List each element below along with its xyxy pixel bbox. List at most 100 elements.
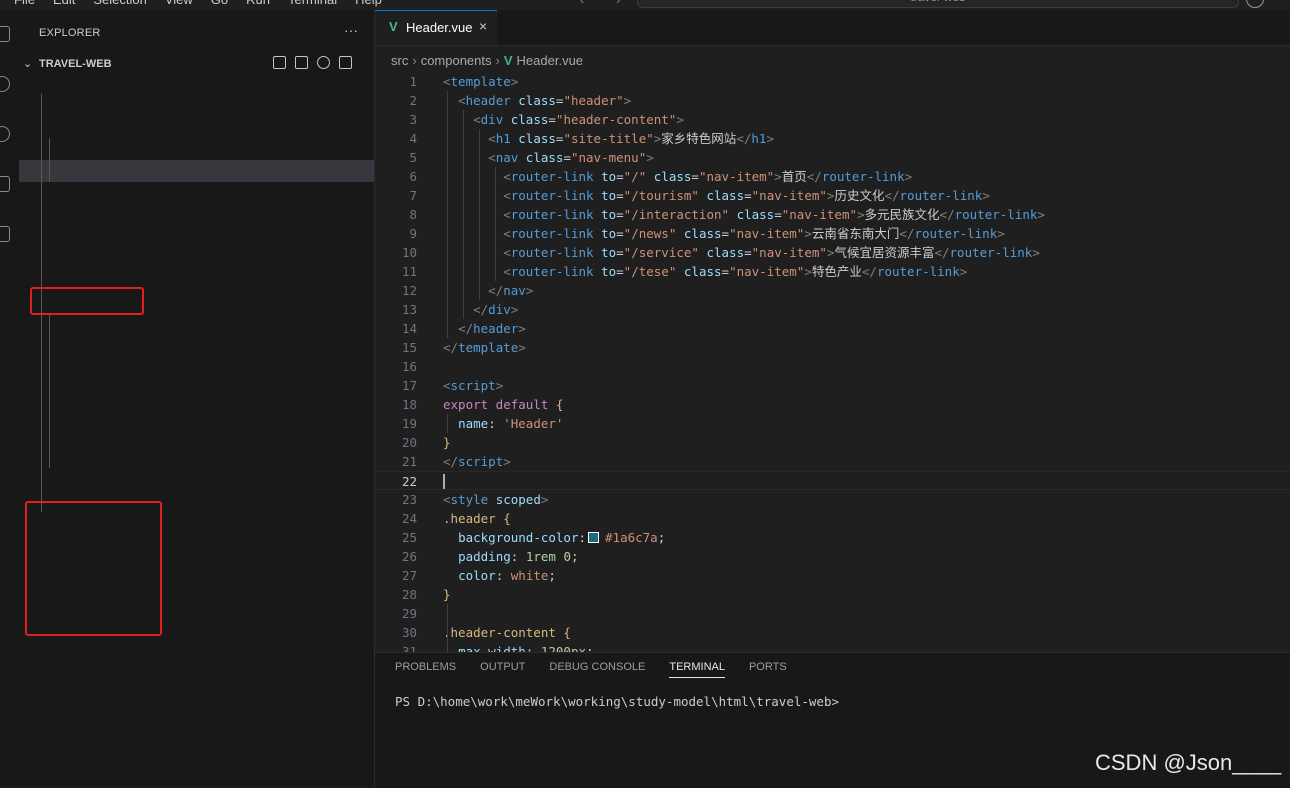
code-token: = [563,150,571,165]
color-swatch[interactable] [588,532,600,543]
code-line[interactable]: 7 <router-link to="/tourism" class="nav-… [375,186,1290,205]
tab-debug-console[interactable]: DEBUG CONSOLE [549,661,645,678]
folder-item[interactable] [19,72,374,94]
more-actions-icon[interactable]: ··· [344,22,358,38]
code-line[interactable]: 19 name: 'Header' [375,414,1290,433]
code-line[interactable]: 27 color: white; [375,566,1290,585]
file-item[interactable] [19,666,374,688]
tab-problems[interactable]: PROBLEMS [395,661,456,678]
code-text: padding: 1rem 0; [443,547,578,566]
file-item[interactable] [19,402,374,424]
file-item[interactable] [19,424,374,446]
folder-item[interactable] [19,248,374,270]
menu-item-edit[interactable]: Edit [53,0,75,7]
code-line[interactable]: 30 .header-content { [375,623,1290,642]
code-token: = [774,207,782,222]
terminal-prompt[interactable]: PS D:\home\work\meWork\working\study-mod… [395,694,839,709]
close-icon[interactable]: × [479,18,487,34]
code-token: router-link [876,264,960,279]
code-line[interactable]: 22 [375,471,1290,490]
code-line[interactable]: 3 <div class="header-content"> [375,110,1290,129]
collapse-all-icon[interactable] [339,56,352,69]
search-icon[interactable] [0,76,10,92]
file-item[interactable] [19,446,374,468]
code-line[interactable]: 2 <header class="header"> [375,91,1290,110]
breadcrumb: src › components › V Header.vue [391,53,583,68]
breadcrumb-item[interactable]: components [421,53,492,68]
command-center[interactable]: travel-web [637,0,1239,8]
file-item[interactable] [19,710,374,732]
breadcrumb-item[interactable]: src [391,53,408,68]
account-icon[interactable] [1246,0,1264,8]
code-line[interactable]: 14 </header> [375,319,1290,338]
code-line[interactable]: 5 <nav class="nav-menu"> [375,148,1290,167]
file-item[interactable] [19,688,374,710]
code-line[interactable]: 15 </template> [375,338,1290,357]
code-line[interactable]: 20} [375,433,1290,452]
code-line[interactable]: 4 <h1 class="site-title">家乡特色网站</h1> [375,129,1290,148]
code-line[interactable]: 17 <script> [375,376,1290,395]
run-debug-icon[interactable] [0,176,10,192]
menu-item-selection[interactable]: Selection [93,0,146,7]
menu-item-run[interactable]: Run [246,0,270,7]
menu-item-go[interactable]: Go [211,0,228,7]
menu-item-help[interactable]: Help [355,0,382,7]
tab-header-vue[interactable]: V Header.vue × [375,10,497,45]
history-nav[interactable]: ‹ › [580,0,634,7]
code-token: > [1037,207,1045,222]
code-line[interactable]: 24 .header { [375,509,1290,528]
folder-item[interactable] [19,94,374,116]
code-text: export default { [443,395,563,414]
code-token: header [473,321,519,336]
breadcrumb-item[interactable]: Header.vue [517,53,584,68]
tab-terminal[interactable]: TERMINAL [669,661,725,678]
folder-item[interactable] [19,182,374,204]
code-line[interactable]: 21 </script> [375,452,1290,471]
file-item[interactable] [19,138,374,160]
code-line[interactable]: 16 [375,357,1290,376]
file-item[interactable] [19,314,374,336]
code-line[interactable]: 1 <template> [375,72,1290,91]
code-line[interactable]: 13 </div> [375,300,1290,319]
refresh-icon[interactable] [317,56,330,69]
source-control-icon[interactable] [0,126,10,142]
line-number: 30 [401,625,417,640]
tab-ports[interactable]: PORTS [749,661,787,678]
menu-item-file[interactable]: File [14,0,35,7]
menu-item-view[interactable]: View [165,0,193,7]
code-line[interactable]: 26 padding: 1rem 0; [375,547,1290,566]
code-line[interactable]: 8 <router-link to="/interaction" class="… [375,205,1290,224]
menu-item-terminal[interactable]: Terminal [288,0,337,7]
file-item[interactable] [19,358,374,380]
code-line[interactable]: 10 <router-link to="/service" class="nav… [375,243,1290,262]
code-line[interactable]: 12 </nav> [375,281,1290,300]
code-line[interactable]: 28} [375,585,1290,604]
new-file-icon[interactable] [273,56,286,69]
file-item[interactable] [19,380,374,402]
extensions-icon[interactable] [0,226,10,242]
code-line[interactable]: 9 <router-link to="/news" class="nav-ite… [375,224,1290,243]
folder-item[interactable] [19,116,374,138]
code-line[interactable]: 6 <router-link to="/" class="nav-item">首… [375,167,1290,186]
code-line[interactable]: 29 [375,604,1290,623]
code-token: < [503,226,511,241]
code-token: template [458,340,519,355]
folder-item[interactable] [19,204,374,226]
tab-output[interactable]: OUTPUT [480,661,525,678]
code-line[interactable]: 11 <router-link to="/tese" class="nav-it… [375,262,1290,281]
explorer-icon[interactable] [0,26,10,42]
new-folder-icon[interactable] [295,56,308,69]
code-line[interactable]: 25 background-color: #1a6c7a; [375,528,1290,547]
file-item[interactable] [19,644,374,666]
code-line[interactable]: 18 export default { [375,395,1290,414]
file-item[interactable] [19,336,374,358]
code-editor[interactable]: 1 <template> 2 <header class="header"> 3 <d… [375,72,1290,652]
folder-item[interactable] [19,226,374,248]
file-item[interactable] [19,160,374,182]
code-line[interactable]: 31 max-width: 1200px; [375,642,1290,652]
file-item[interactable] [19,468,374,490]
code-line[interactable]: 23 <style scoped> [375,490,1290,509]
